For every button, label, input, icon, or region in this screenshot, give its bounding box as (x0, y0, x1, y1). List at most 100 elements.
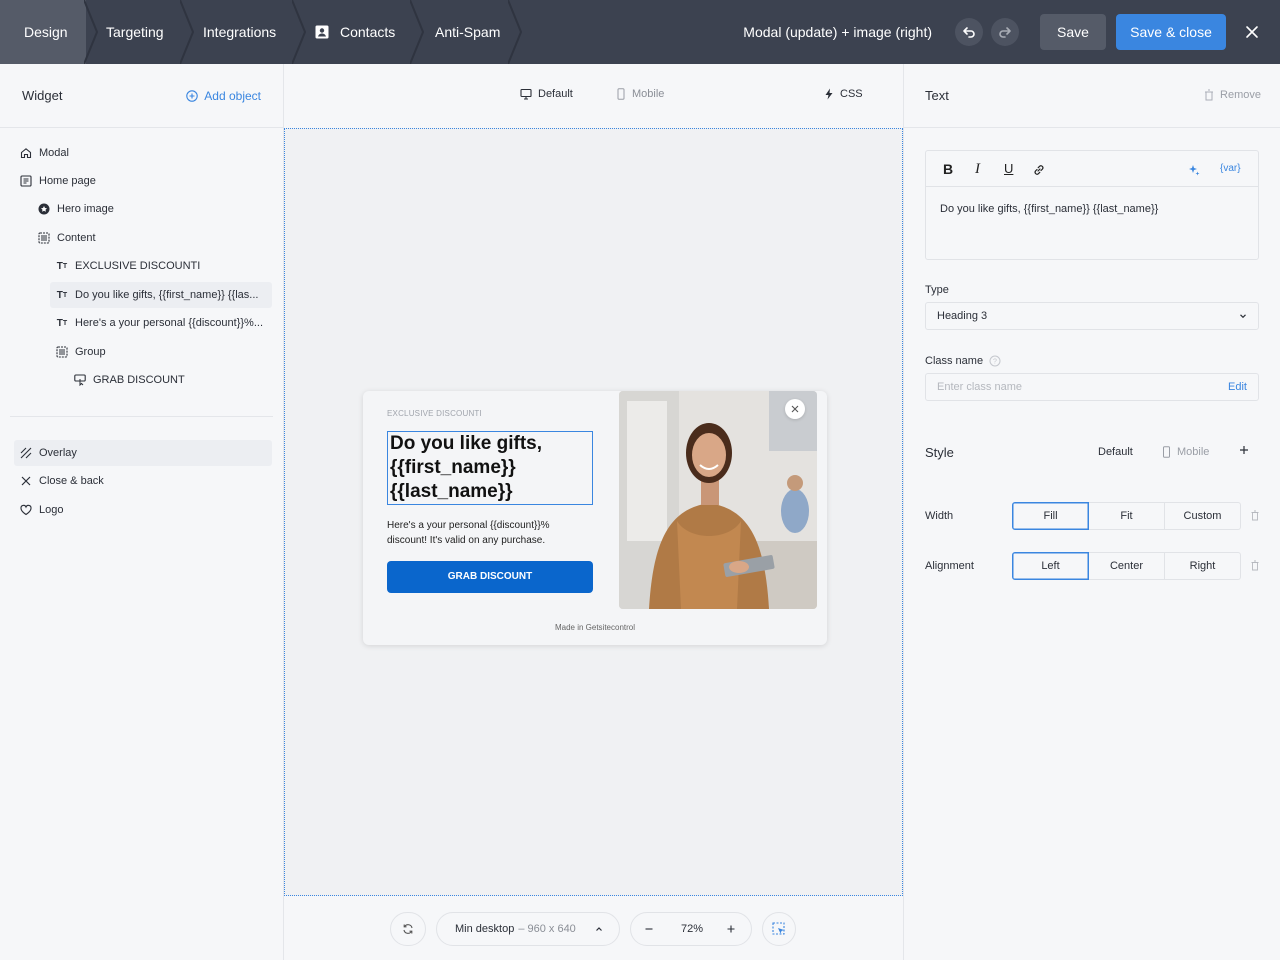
widget-title: Modal (update) + image (right) (743, 24, 932, 40)
align-right-option[interactable]: Right (1165, 552, 1241, 580)
tree-item-close-back[interactable]: Close & back (20, 468, 270, 494)
tab-targeting[interactable]: Targeting (106, 0, 164, 64)
tree-item-modal[interactable]: Modal (20, 140, 270, 166)
reset-width-button[interactable] (1251, 510, 1259, 524)
redo-icon (999, 27, 1011, 38)
viewport-select[interactable]: Min desktop – 960 x 640 (436, 912, 620, 946)
heart-icon (20, 504, 32, 516)
add-object-button[interactable]: Add object (186, 89, 261, 103)
canvas-bottom-bar: Min desktop – 960 x 640 72% (284, 912, 904, 946)
mobile-icon (1163, 446, 1170, 458)
select-cursor-icon (772, 922, 785, 935)
class-name-text: Class name (925, 355, 984, 367)
tree-item-group[interactable]: Group (56, 339, 270, 365)
tree-item-text-exclusive[interactable]: TT EXCLUSIVE DISCOUNTI (56, 253, 270, 279)
width-custom-option[interactable]: Custom (1165, 502, 1241, 530)
tree-item-logo[interactable]: Logo (20, 497, 270, 523)
link-button[interactable] (1032, 163, 1046, 180)
save-close-button[interactable]: Save & close (1116, 14, 1226, 50)
redo-button[interactable] (991, 18, 1019, 46)
align-center-option[interactable]: Center (1089, 552, 1165, 580)
tree-item-overlay[interactable]: Overlay (14, 440, 272, 466)
width-fit-option[interactable]: Fit (1089, 502, 1165, 530)
editor-content[interactable]: Do you like gifts, {{first_name}} {{last… (940, 203, 1158, 215)
zoom-in-button[interactable] (725, 923, 737, 935)
modal-text[interactable]: Here's a your personal {{discount}}% dis… (387, 518, 587, 548)
tree-item-content[interactable]: Content (38, 225, 270, 251)
trash-icon (1205, 89, 1214, 101)
preview-canvas[interactable]: EXCLUSIVE DISCOUNTI Do you like gifts, {… (284, 128, 903, 896)
type-label: Type (925, 284, 949, 296)
close-editor-button[interactable] (1242, 22, 1262, 42)
tree-item-home-page[interactable]: Home page (20, 168, 270, 194)
tab-integrations[interactable]: Integrations (203, 0, 276, 64)
tree-item-label: Logo (39, 504, 64, 516)
layout-icon (38, 232, 50, 244)
type-value: Heading 3 (937, 310, 988, 322)
width-fill-option[interactable]: Fill (1012, 502, 1089, 530)
view-mobile-label: Mobile (632, 88, 665, 100)
tree-item-label: Do you like gifts, {{first_name}} {{las.… (75, 289, 259, 301)
tree-item-text-heading[interactable]: TT Do you like gifts, {{first_name}} {{l… (50, 282, 272, 308)
tree-item-hero-image[interactable]: Hero image (38, 196, 270, 222)
tree-item-text-body[interactable]: TT Here's a your personal {{discount}}%.… (56, 310, 270, 336)
underline-button[interactable]: U (1004, 161, 1013, 176)
select-tool-button[interactable] (762, 912, 796, 946)
sparkle-icon (1189, 165, 1200, 176)
panel-title: Widget (22, 88, 63, 103)
made-in-footer[interactable]: Made in Getsitecontrol (363, 617, 827, 645)
align-left-option[interactable]: Left (1012, 552, 1089, 580)
alignment-label: Alignment (925, 560, 974, 572)
tab-anti-spam[interactable]: Anti-Spam (435, 0, 500, 64)
undo-button[interactable] (955, 18, 983, 46)
tree-item-label: Group (75, 346, 106, 358)
plus-icon (727, 925, 735, 933)
grab-discount-button[interactable]: GRAB DISCOUNT (387, 561, 593, 593)
button-pointer-icon (74, 374, 86, 386)
class-name-label: Class name ? (925, 355, 1001, 367)
tree-item-label: Close & back (39, 475, 104, 487)
close-icon (1246, 26, 1258, 38)
class-name-input[interactable]: Enter class name Edit (925, 373, 1259, 401)
rotate-button[interactable] (390, 912, 426, 946)
css-button[interactable]: CSS (824, 88, 863, 100)
hero-image[interactable] (619, 391, 817, 609)
save-button[interactable]: Save (1040, 14, 1106, 50)
tree-item-label: Content (57, 232, 96, 244)
style-mobile-label: Mobile (1177, 446, 1210, 458)
style-default-tab[interactable]: Default (1098, 446, 1133, 458)
remove-button[interactable]: Remove (1204, 89, 1261, 101)
reset-alignment-button[interactable] (1251, 560, 1259, 574)
variable-button[interactable]: {var} (1220, 163, 1241, 174)
style-mobile-tab[interactable]: Mobile (1162, 446, 1209, 458)
tab-contacts[interactable]: Contacts (340, 0, 395, 64)
tab-divider (292, 0, 306, 64)
zoom-control: 72% (630, 912, 752, 946)
tab-design[interactable]: Design (24, 0, 68, 64)
add-style-button[interactable] (1238, 444, 1250, 459)
desktop-icon (520, 88, 532, 100)
svg-text:?: ? (993, 359, 997, 366)
modal-preview[interactable]: EXCLUSIVE DISCOUNTI Do you like gifts, {… (363, 391, 827, 645)
italic-button[interactable]: I (975, 161, 980, 178)
tree-item-label: Home page (39, 175, 96, 187)
undo-icon (963, 27, 975, 38)
type-select[interactable]: Heading 3 (925, 302, 1259, 330)
tree-item-button[interactable]: GRAB DISCOUNT (74, 367, 270, 393)
text-editor[interactable]: B I U {var} Do you like gifts, {{first_n… (925, 150, 1259, 260)
layout-icon (56, 346, 68, 358)
viewport-size: – 960 x 640 (518, 923, 576, 935)
view-mobile-button[interactable]: Mobile (616, 88, 664, 100)
rotate-icon (403, 924, 413, 934)
modal-tag[interactable]: EXCLUSIVE DISCOUNTI (387, 409, 482, 418)
ai-sparkle-button[interactable] (1188, 163, 1200, 179)
tab-divider (84, 0, 98, 64)
remove-label: Remove (1220, 89, 1261, 101)
chevron-down-icon (1240, 314, 1246, 319)
bold-button[interactable]: B (943, 161, 953, 177)
view-default-button[interactable]: Default (520, 88, 573, 100)
class-edit-button[interactable]: Edit (1228, 374, 1247, 400)
modal-heading[interactable]: Do you like gifts, {{first_name}} {{last… (387, 431, 593, 505)
modal-close-button[interactable] (785, 399, 805, 419)
help-icon[interactable]: ? (989, 355, 1001, 367)
